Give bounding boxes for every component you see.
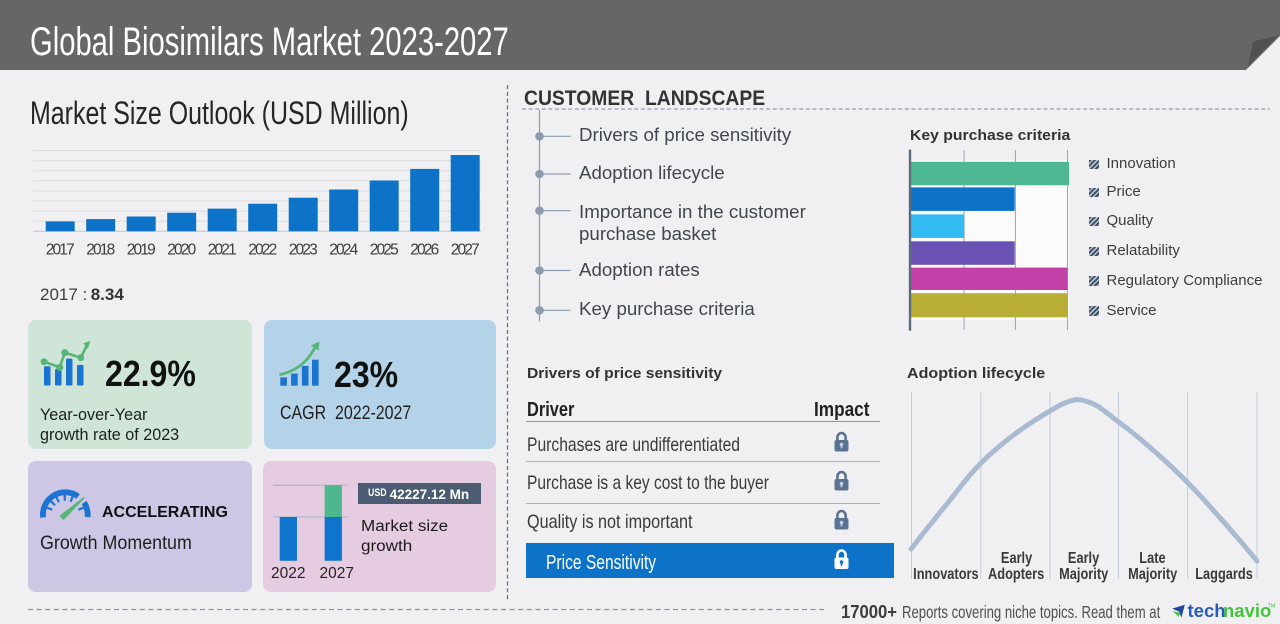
svg-text:tech: tech	[1188, 600, 1226, 621]
svg-text:TM: TM	[1268, 604, 1276, 610]
svg-text:navio: navio	[1223, 600, 1271, 621]
